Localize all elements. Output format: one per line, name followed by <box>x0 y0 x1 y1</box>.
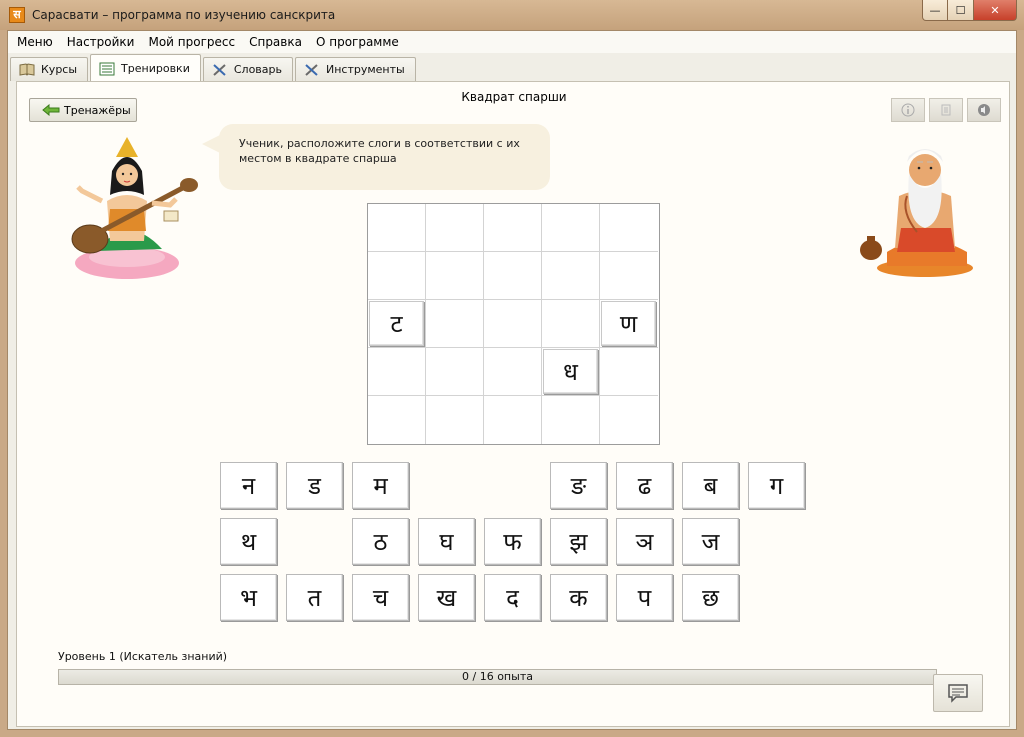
grid-cell[interactable] <box>426 204 484 252</box>
back-to-trainers-button[interactable]: Тренажёры <box>29 98 137 122</box>
syllable-tile[interactable]: प <box>616 574 673 621</box>
tab-label: Инструменты <box>326 63 405 76</box>
tab-trainings[interactable]: Тренировки <box>90 54 201 82</box>
syllable-tile[interactable]: त <box>286 574 343 621</box>
grid-cell[interactable] <box>368 348 426 396</box>
syllable-tile[interactable]: न <box>220 462 277 509</box>
grid-cell[interactable] <box>426 396 484 444</box>
menu-bar: Меню Настройки Мой прогресс Справка О пр… <box>8 31 1016 53</box>
grid-cell[interactable] <box>484 396 542 444</box>
tab-label: Курсы <box>41 63 78 76</box>
syllable-tile[interactable]: ङ <box>550 462 607 509</box>
tab-courses[interactable]: Курсы <box>10 57 89 81</box>
placed-syllable-tile[interactable]: ण <box>601 301 656 346</box>
book-icon <box>19 62 35 77</box>
syllable-tile[interactable]: ज <box>682 518 739 565</box>
grid-cell[interactable] <box>542 396 600 444</box>
progress-text: 0 / 16 опыта <box>462 670 533 683</box>
grid-cell[interactable] <box>426 300 484 348</box>
grid-cell[interactable] <box>600 348 658 396</box>
maximize-button[interactable]: ☐ <box>948 0 974 21</box>
window-title: Сарасвати – программа по изучению санскр… <box>32 8 336 22</box>
syllable-tile[interactable]: घ <box>418 518 475 565</box>
app-icon: स <box>9 7 25 23</box>
menu-item-progress[interactable]: Мой прогресс <box>141 31 242 53</box>
training-panel: Квадрат спарши Тренажёры Ученик, располо… <box>16 81 1010 727</box>
menu-item-menu[interactable]: Меню <box>10 31 60 53</box>
speech-bubble: Ученик, расположите слоги в соответствии… <box>219 124 550 190</box>
title-bar: स Сарасвати – программа по изучению санс… <box>0 0 1024 30</box>
syllable-tile[interactable]: ञ <box>616 518 673 565</box>
syllable-tile[interactable]: झ <box>550 518 607 565</box>
menu-item-settings[interactable]: Настройки <box>60 31 142 53</box>
syllable-tile[interactable]: ढ <box>616 462 673 509</box>
grid-cell[interactable] <box>368 204 426 252</box>
grid-cell[interactable] <box>600 204 658 252</box>
close-button[interactable]: ✕ <box>974 0 1017 21</box>
grid-cell[interactable] <box>542 252 600 300</box>
grid-cell[interactable] <box>426 252 484 300</box>
syllable-tile[interactable]: थ <box>220 518 277 565</box>
grid-cell[interactable] <box>368 396 426 444</box>
grid-cell[interactable] <box>484 252 542 300</box>
page-title: Квадрат спарши <box>461 90 567 104</box>
minimize-button[interactable]: — <box>922 0 948 21</box>
tab-dictionary[interactable]: Словарь <box>202 57 293 81</box>
syllable-tile[interactable]: क <box>550 574 607 621</box>
syllable-tile[interactable]: ख <box>418 574 475 621</box>
feedback-button[interactable] <box>933 674 983 712</box>
grid-cell[interactable] <box>484 300 542 348</box>
grid-cell[interactable] <box>600 252 658 300</box>
sage-illustration <box>857 132 982 280</box>
syllable-tile[interactable]: म <box>352 462 409 509</box>
tab-bar: Курсы Тренировки Словарь Инструменты <box>10 53 418 82</box>
grid-cell[interactable] <box>368 252 426 300</box>
pause-icon <box>941 104 951 116</box>
tools-icon <box>212 63 228 77</box>
info-button[interactable] <box>891 98 925 122</box>
tab-label: Словарь <box>233 63 282 76</box>
placed-syllable-tile[interactable]: ट <box>369 301 424 346</box>
tools-icon <box>304 63 320 77</box>
list-icon <box>99 62 115 76</box>
menu-item-help[interactable]: Справка <box>242 31 309 53</box>
syllable-tile[interactable]: ब <box>682 462 739 509</box>
pause-button[interactable] <box>929 98 963 122</box>
syllable-tile[interactable]: ठ <box>352 518 409 565</box>
grid-cell[interactable] <box>426 348 484 396</box>
tab-tools[interactable]: Инструменты <box>295 57 416 81</box>
grid-cell[interactable] <box>542 300 600 348</box>
grid-cell[interactable] <box>600 396 658 444</box>
back-button-label: Тренажёры <box>64 103 131 117</box>
menu-item-about[interactable]: О программе <box>309 31 406 53</box>
experience-progress-bar: 0 / 16 опыта <box>58 669 937 685</box>
placed-syllable-tile[interactable]: ध <box>543 349 598 394</box>
grid-cell[interactable] <box>542 204 600 252</box>
syllable-tile[interactable]: फ <box>484 518 541 565</box>
speaker-icon <box>978 104 990 116</box>
grid-cell[interactable] <box>484 204 542 252</box>
chat-icon <box>948 684 968 703</box>
syllable-tile[interactable]: द <box>484 574 541 621</box>
syllable-tile[interactable]: ड <box>286 462 343 509</box>
arrow-left-icon <box>42 104 60 116</box>
app-frame: Меню Настройки Мой прогресс Справка О пр… <box>7 30 1017 730</box>
window-controls: — ☐ ✕ <box>922 0 1017 21</box>
tab-label: Тренировки <box>121 62 190 75</box>
info-icon <box>901 103 915 117</box>
syllable-tile[interactable]: च <box>352 574 409 621</box>
grid-cell[interactable] <box>484 348 542 396</box>
syllable-tile[interactable]: ग <box>748 462 805 509</box>
sound-button[interactable] <box>967 98 1001 122</box>
syllable-tile[interactable]: भ <box>220 574 277 621</box>
sparsha-square-grid[interactable]: ट णध <box>367 203 660 445</box>
toolbar-right <box>891 98 1001 122</box>
syllable-tile[interactable]: छ <box>682 574 739 621</box>
level-label: Уровень 1 (Искатель знаний) <box>58 650 228 663</box>
saraswati-illustration <box>52 131 202 283</box>
